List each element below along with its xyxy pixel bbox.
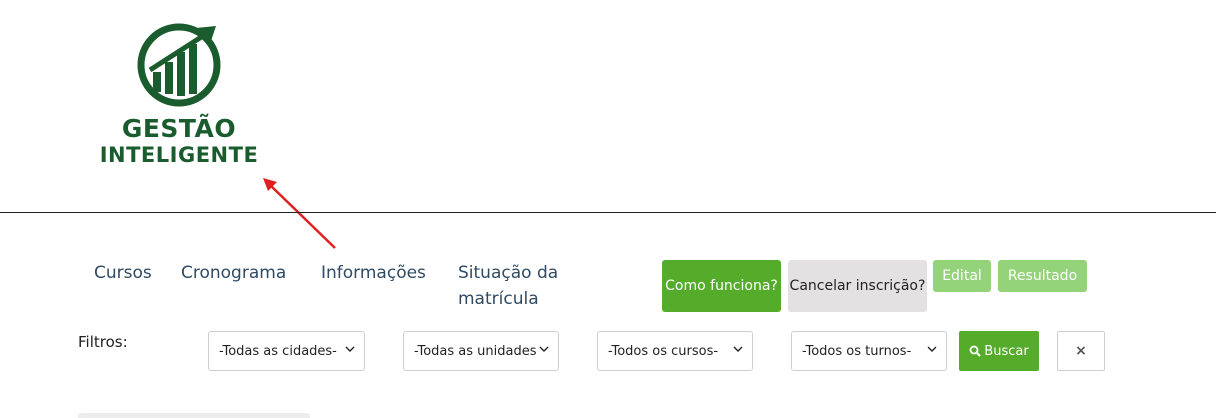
cursos-select-value: -Todos os cursos- — [608, 343, 719, 359]
growth-chart-logo-icon — [137, 23, 221, 107]
logo-text-line2: INTELIGENTE — [99, 143, 259, 167]
close-icon: × — [1075, 343, 1087, 359]
logo: GESTÃO INTELIGENTE — [96, 22, 262, 172]
chevron-down-icon — [345, 346, 355, 352]
search-icon — [969, 345, 982, 357]
turnos-select[interactable]: -Todos os turnos- — [791, 331, 947, 371]
logo-text-line1: GESTÃO — [121, 114, 237, 143]
nav-link-situacao-matricula[interactable]: Situação da matrícula — [458, 260, 578, 312]
chevron-down-icon — [733, 346, 743, 352]
filters-label: Filtros: — [78, 333, 128, 351]
unidades-select[interactable]: -Todas as unidades- — [403, 331, 559, 371]
cursos-select[interactable]: -Todos os cursos- — [597, 331, 753, 371]
buscar-button[interactable]: Buscar — [959, 331, 1039, 371]
como-funciona-button[interactable]: Como funciona? — [662, 260, 781, 312]
resultado-button[interactable]: Resultado — [998, 260, 1087, 292]
nav-link-cursos[interactable]: Cursos — [94, 260, 152, 286]
header-divider — [0, 212, 1216, 213]
clear-filters-button[interactable]: × — [1057, 331, 1105, 371]
unidades-select-value: -Todas as unidades- — [414, 343, 536, 359]
cidades-select[interactable]: -Todas as cidades- — [208, 331, 365, 371]
content-card-edge — [78, 413, 310, 418]
edital-button[interactable]: Edital — [933, 260, 991, 292]
buscar-button-label: Buscar — [984, 343, 1029, 359]
nav-link-informacoes[interactable]: Informações — [321, 260, 426, 286]
turnos-select-value: -Todos os turnos- — [802, 343, 912, 359]
chevron-down-icon — [927, 346, 937, 352]
chevron-down-icon — [539, 346, 549, 352]
cancelar-inscricao-button[interactable]: Cancelar inscrição? — [788, 260, 927, 312]
nav-link-cronograma[interactable]: Cronograma — [181, 260, 286, 286]
cidades-select-value: -Todas as cidades- — [219, 343, 337, 359]
